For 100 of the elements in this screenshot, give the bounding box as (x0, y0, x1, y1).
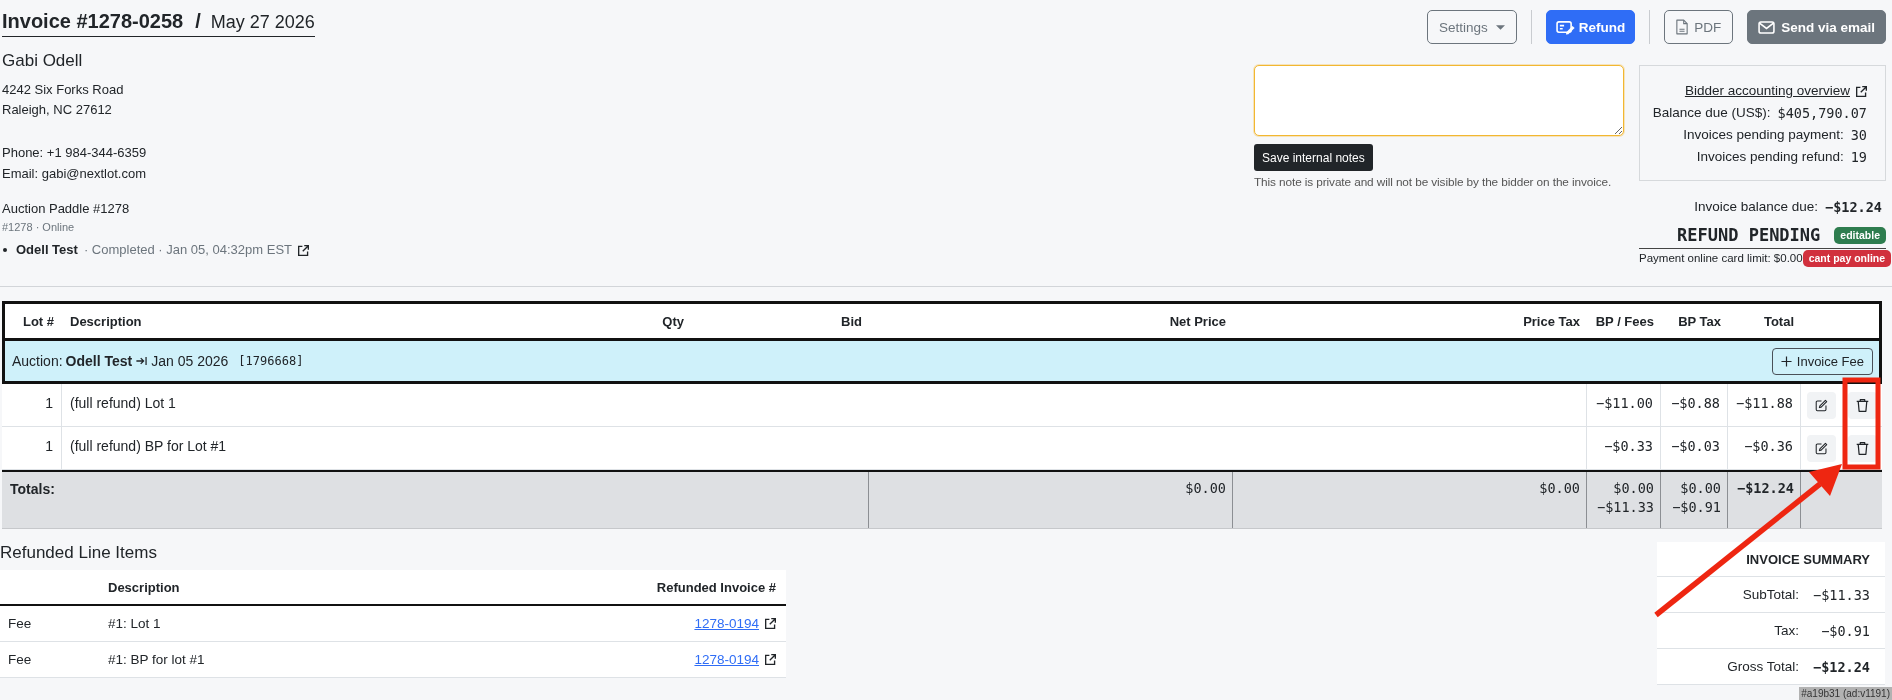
pencil-square-icon (1815, 398, 1828, 412)
account-overview-link[interactable]: Bidder accounting overview (1684, 80, 1850, 102)
auction-label: Auction: (12, 353, 63, 369)
account-value: 30 (1850, 126, 1867, 145)
summary-label: Gross Total: (1727, 659, 1799, 674)
table-cell: −$0.88 (1660, 384, 1727, 426)
table-cell: −$0.03 (1660, 427, 1727, 469)
column-header: Bid (840, 313, 863, 329)
column-header: BP / Fees (1594, 313, 1655, 329)
table-cell: −$11.88 (1727, 384, 1800, 426)
caret-icon (1495, 24, 1505, 30)
table-cell: −$0.36 (1727, 427, 1800, 469)
send-email-button[interactable]: Send via email (1747, 10, 1886, 44)
summary-value: −$12.24 (1812, 658, 1870, 675)
external-link-icon[interactable] (298, 244, 309, 256)
card-pencil-icon (1555, 19, 1575, 35)
external-link-icon[interactable] (765, 654, 776, 665)
summary-label: Tax: (1774, 623, 1799, 638)
pencil-square-icon (1815, 441, 1828, 455)
auction-date: Jan 05 2026 (151, 353, 229, 369)
bullet-icon (3, 248, 7, 252)
invoice-link[interactable]: 1278-0194 (694, 652, 759, 667)
column-header: Refunded Invoice # (655, 579, 777, 595)
column-header: Net Price (1168, 313, 1227, 329)
table-cell: −$11.00 (1586, 384, 1660, 426)
table-cell-text: (full refund) Lot 1 (69, 394, 177, 413)
edit-button[interactable] (1807, 391, 1836, 419)
trash-icon (1855, 398, 1869, 412)
refund-button[interactable]: Refund (1545, 10, 1636, 44)
payment-badge: cant pay online (1802, 249, 1892, 267)
table-cell-text: Fee (7, 616, 33, 631)
envelope-icon (1758, 20, 1776, 34)
column-header: BP Tax (1677, 313, 1722, 329)
table-cell: −$0.33 (1586, 427, 1660, 469)
delete-button[interactable] (1847, 434, 1877, 462)
section-title: Refunded Line Items (0, 542, 158, 564)
summary-value: −$11.33 (1812, 586, 1870, 603)
account-value: 19 (1850, 148, 1867, 167)
total-amount: −$12.24 (1737, 479, 1794, 498)
totals-label: Totals: (9, 480, 56, 499)
contact-line: Email: gabi@nextlot.com (2, 164, 147, 183)
balance-value: −$12.24 (1825, 198, 1882, 217)
account-value: $405,790.07 (1777, 104, 1867, 123)
notes-hint: This note is private and will not be visible by the bidder on the invoice. (1254, 174, 1612, 190)
auction-status: · Completed · Jan 05, 04:32pm EST (83, 241, 292, 259)
edit-button[interactable] (1807, 434, 1836, 462)
settings-button[interactable]: Settings (1426, 10, 1517, 44)
card-limit-text: Payment online card limit: $0.00 (1639, 251, 1803, 266)
auction-reference: [1796668] (238, 354, 304, 368)
total-amount: −$11.33 (1597, 498, 1654, 517)
contact-line: Phone: +1 984-344-6359 (2, 144, 148, 162)
total-amount: $0.00 (1185, 479, 1226, 498)
table-cell: 1 (2, 427, 62, 469)
summary-label: SubTotal: (1742, 587, 1799, 602)
account-label: Balance due (US$): (1652, 104, 1771, 122)
paddle-number: Auction Paddle #1278 (2, 200, 131, 218)
auction-name[interactable]: Odell Test (16, 240, 78, 260)
add-invoice-fee-button[interactable]: Invoice Fee (1771, 347, 1873, 375)
summary-value: −$0.91 (1820, 622, 1870, 639)
arrow-to-bar-icon (136, 356, 148, 366)
version-tag: #a19b31 (ad:v1191) (1799, 687, 1892, 700)
column-header: Description (69, 313, 143, 329)
auction-name: Odell Test (65, 353, 133, 369)
invoice-date: May 27 2026 (210, 12, 315, 32)
address-line: Raleigh, NC 27612 (2, 101, 113, 119)
total-amount: $0.00 (1613, 479, 1654, 498)
trash-icon (1855, 441, 1869, 455)
save-notes-button[interactable]: Save internal notes (1254, 144, 1373, 171)
column-header: Price Tax (1522, 313, 1581, 329)
balance-label: Invoice balance due: (1694, 198, 1819, 216)
external-link-icon[interactable] (765, 618, 776, 629)
account-label: Invoices pending refund: (1696, 148, 1844, 166)
file-icon (1676, 19, 1689, 35)
total-amount: $0.00 (1539, 479, 1580, 498)
invoice-number: Invoice #1278-0258 (2, 10, 184, 32)
plus-icon (1780, 355, 1792, 367)
account-label: Invoices pending payment: (1683, 126, 1844, 144)
table-cell-text: (full refund) BP for Lot #1 (69, 437, 228, 456)
table-cell: 1 (2, 384, 62, 426)
column-header: Description (107, 579, 181, 595)
table-cell-text: #1: BP for lot #1 (107, 652, 206, 667)
delete-button[interactable] (1847, 391, 1877, 419)
external-link-icon[interactable] (1856, 85, 1867, 97)
status-badge: editable (1834, 226, 1886, 244)
total-amount: $0.00 (1680, 479, 1721, 498)
bidder-name: Gabi Odell (2, 50, 84, 72)
invoice-status: REFUND PENDING (1677, 225, 1821, 245)
table-cell-text: Fee (7, 652, 33, 667)
summary-title: INVOICE SUMMARY (1746, 551, 1870, 567)
paddle-detail: #1278 · Online (2, 220, 76, 235)
invoice-link[interactable]: 1278-0194 (694, 616, 759, 631)
column-header: Total (1762, 313, 1795, 329)
column-header: Qty (661, 313, 685, 329)
column-header: Lot # (21, 313, 55, 329)
table-cell-text: #1: Lot 1 (107, 616, 162, 631)
notes-field[interactable] (1254, 65, 1624, 136)
total-amount: −$0.91 (1672, 498, 1721, 517)
address-line: 4242 Six Forks Road (2, 81, 125, 99)
title-separator: / (195, 10, 201, 32)
pdf-button[interactable]: PDF (1664, 10, 1734, 44)
